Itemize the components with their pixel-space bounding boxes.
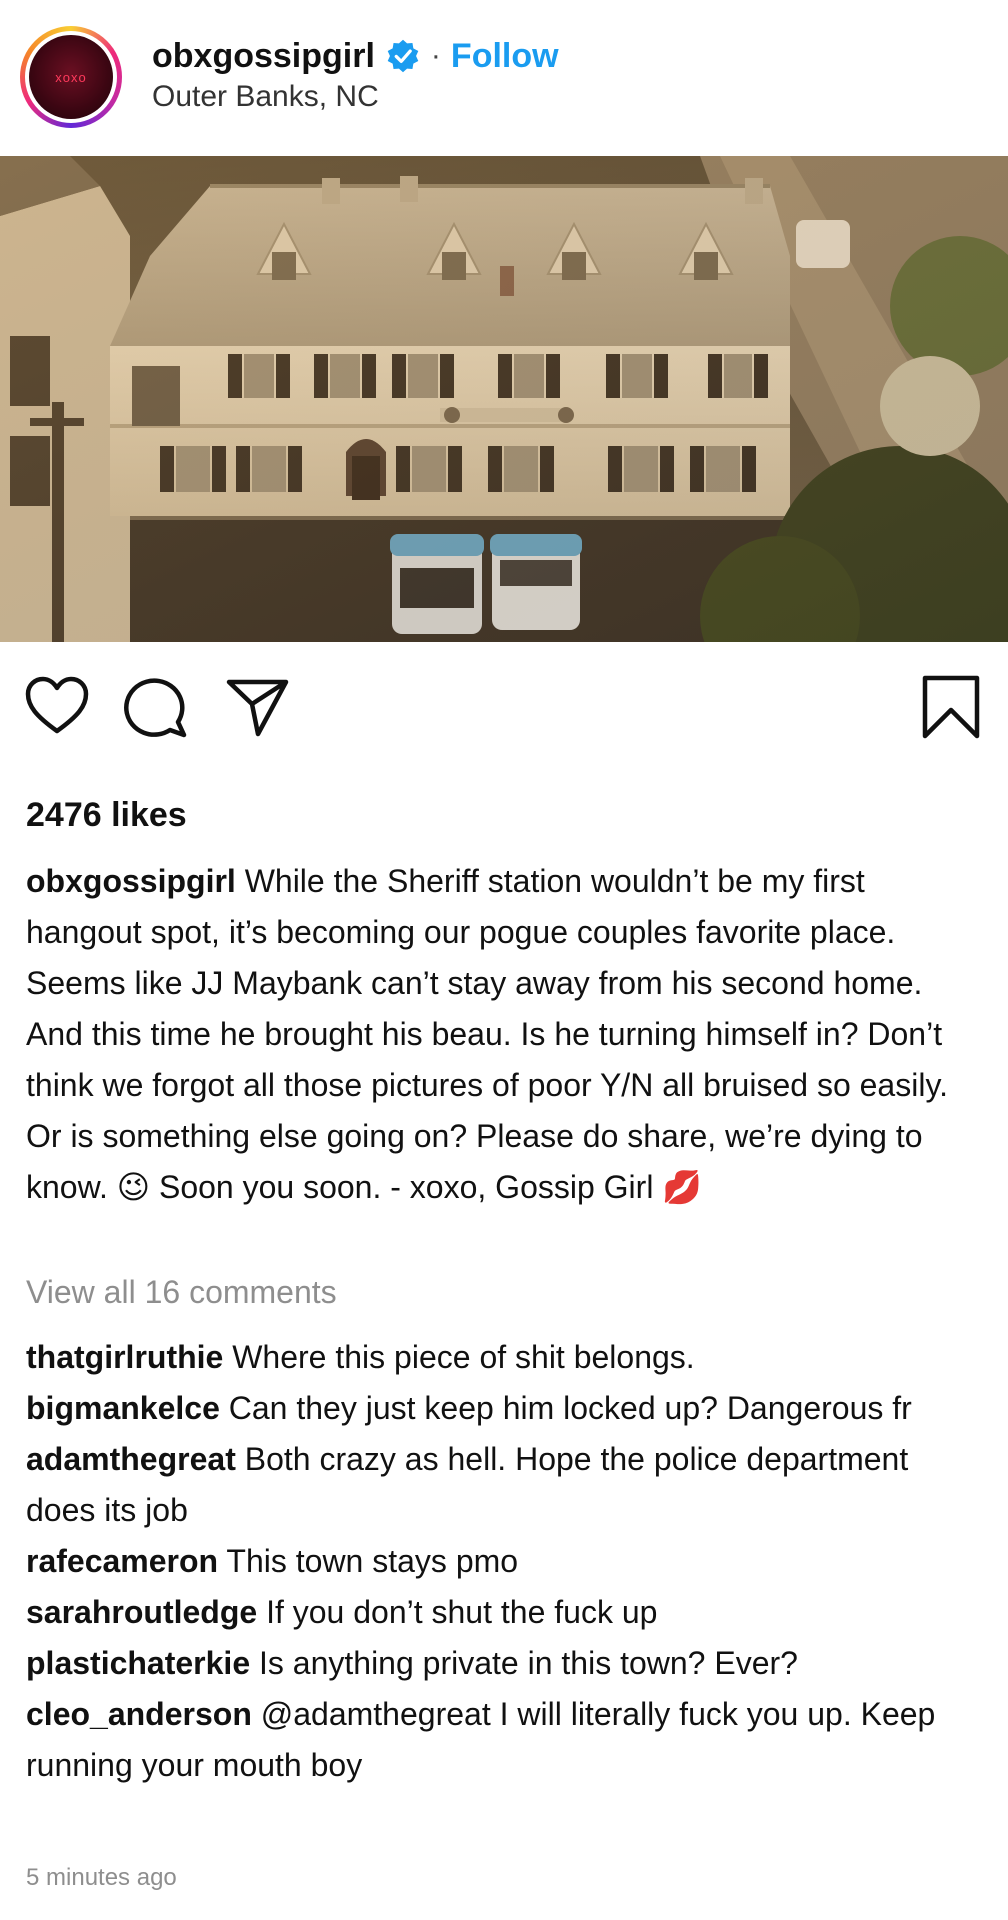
caption: obxgossipgirl While the Sheriff station … bbox=[26, 856, 986, 1213]
caption-text: While the Sheriff station wouldn’t be my… bbox=[26, 863, 948, 1205]
comment-username[interactable]: plastichaterkie bbox=[26, 1645, 250, 1681]
comment-username[interactable]: adamthegreat bbox=[26, 1441, 236, 1477]
likes-count[interactable]: 2476 likes bbox=[26, 796, 187, 835]
comment-list: thatgirlruthie Where this piece of shit … bbox=[26, 1332, 986, 1791]
comment-username[interactable]: sarahroutledge bbox=[26, 1594, 257, 1630]
comment-text: If you don’t shut the fuck up bbox=[266, 1594, 658, 1630]
send-icon[interactable] bbox=[224, 672, 294, 742]
post-timestamp: 5 minutes ago bbox=[26, 1864, 177, 1891]
comment-item: rafecameron This town stays pmo bbox=[26, 1536, 986, 1587]
separator-dot: · bbox=[430, 39, 441, 72]
comment-item: thatgirlruthie Where this piece of shit … bbox=[26, 1332, 986, 1383]
comment-item: bigmankelce Can they just keep him locke… bbox=[26, 1383, 986, 1434]
sheriff-station-photo bbox=[0, 156, 1008, 642]
post-header: xoxo obxgossipgirl · Follow Outer Banks,… bbox=[0, 0, 1008, 156]
comment-username[interactable]: rafecameron bbox=[26, 1543, 218, 1579]
comment-username[interactable]: cleo_anderson bbox=[26, 1696, 252, 1732]
comment-item: adamthegreat Both crazy as hell. Hope th… bbox=[26, 1434, 986, 1536]
post-username[interactable]: obxgossipgirl bbox=[152, 37, 375, 76]
comment-text: Where this piece of shit belongs. bbox=[232, 1339, 695, 1375]
comment-text: Can they just keep him locked up? Danger… bbox=[228, 1390, 912, 1426]
action-bar bbox=[0, 672, 1008, 752]
post-photo[interactable] bbox=[0, 156, 1008, 642]
verified-badge-icon bbox=[387, 39, 419, 73]
comment-text: This town stays pmo bbox=[226, 1543, 519, 1579]
bookmark-icon[interactable] bbox=[916, 672, 986, 742]
username-row: obxgossipgirl · Follow bbox=[152, 34, 559, 78]
comment-username[interactable]: bigmankelce bbox=[26, 1390, 220, 1426]
comment-item: plastichaterkie Is anything private in t… bbox=[26, 1638, 986, 1689]
caption-username[interactable]: obxgossipgirl bbox=[26, 863, 236, 899]
follow-button[interactable]: Follow bbox=[451, 37, 559, 76]
avatar-text: xoxo bbox=[55, 69, 87, 85]
comment-username[interactable]: thatgirlruthie bbox=[26, 1339, 223, 1375]
comment-text: Is anything private in this town? Ever? bbox=[259, 1645, 798, 1681]
comment-item: sarahroutledge If you don’t shut the fuc… bbox=[26, 1587, 986, 1638]
heart-icon[interactable] bbox=[22, 672, 92, 742]
comment-icon[interactable] bbox=[122, 672, 192, 742]
avatar[interactable]: xoxo bbox=[20, 26, 122, 128]
post-location[interactable]: Outer Banks, NC bbox=[152, 80, 379, 114]
comment-item: cleo_anderson @adamthegreat I will liter… bbox=[26, 1689, 986, 1791]
view-all-comments-link[interactable]: View all 16 comments bbox=[26, 1274, 337, 1311]
